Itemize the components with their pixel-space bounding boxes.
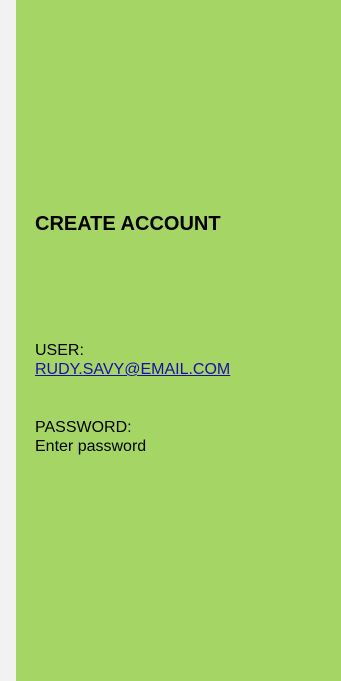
password-input[interactable]	[35, 437, 325, 456]
page-title: CREATE ACCOUNT	[35, 213, 221, 235]
password-label: PASSWORD:	[35, 419, 132, 436]
user-email-link[interactable]: RUDY.SAVY@EMAIL.COM	[35, 360, 230, 379]
user-label: USER:	[35, 342, 84, 359]
create-account-panel: CREATE ACCOUNT USER: RUDY.SAVY@EMAIL.COM…	[16, 0, 341, 681]
